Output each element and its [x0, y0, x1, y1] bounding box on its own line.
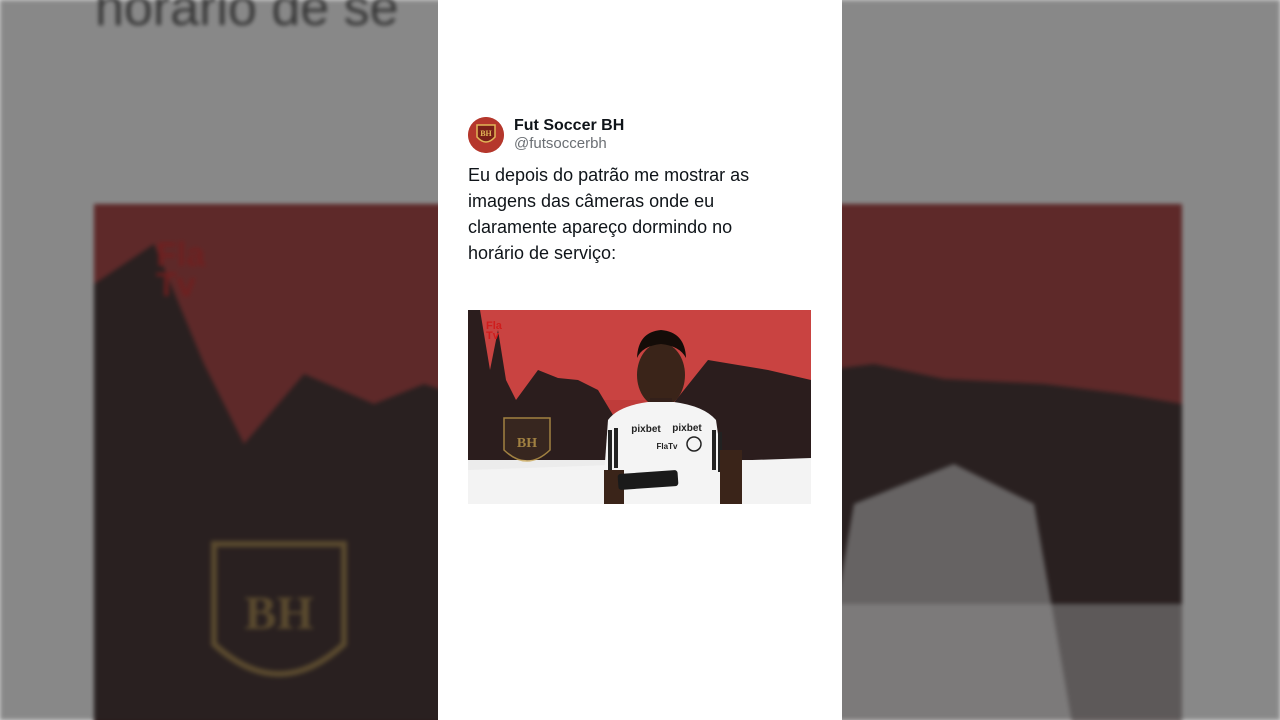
shirt-sponsor-left: pixbet	[631, 424, 661, 435]
post-media-video[interactable]: BH pixbet pixbet FlaTv Fla Tv	[468, 310, 811, 504]
video-frame-illustration: BH pixbet pixbet FlaTv	[468, 310, 811, 504]
author-names: Fut Soccer BH @futsoccerbh	[514, 116, 624, 153]
avatar[interactable]: BH	[468, 116, 504, 153]
shirt-brand: FlaTv	[657, 442, 678, 451]
post-header[interactable]: BH Fut Soccer BH @futsoccerbh	[468, 116, 624, 153]
svg-text:BH: BH	[480, 129, 492, 138]
post-text: Eu depois do patrão me mostrar as imagen…	[468, 165, 750, 263]
video-bh-badge-icon: BH	[503, 417, 551, 462]
post-card: BH Fut Soccer BH @futsoccerbh Eu depois …	[438, 0, 842, 720]
author-display-name[interactable]: Fut Soccer BH	[514, 116, 624, 135]
author-handle[interactable]: @futsoccerbh	[514, 135, 624, 153]
flatv-watermark: Fla Tv	[486, 321, 502, 342]
shirt-sponsor-right: pixbet	[672, 423, 702, 434]
svg-text:BH: BH	[517, 436, 537, 451]
flatv-watermark-bottom: Tv	[486, 330, 499, 342]
screen: horário de se Fla Tv BH BH Fut Soccer BH…	[0, 0, 1280, 720]
bh-crest-icon: BH	[468, 116, 504, 153]
